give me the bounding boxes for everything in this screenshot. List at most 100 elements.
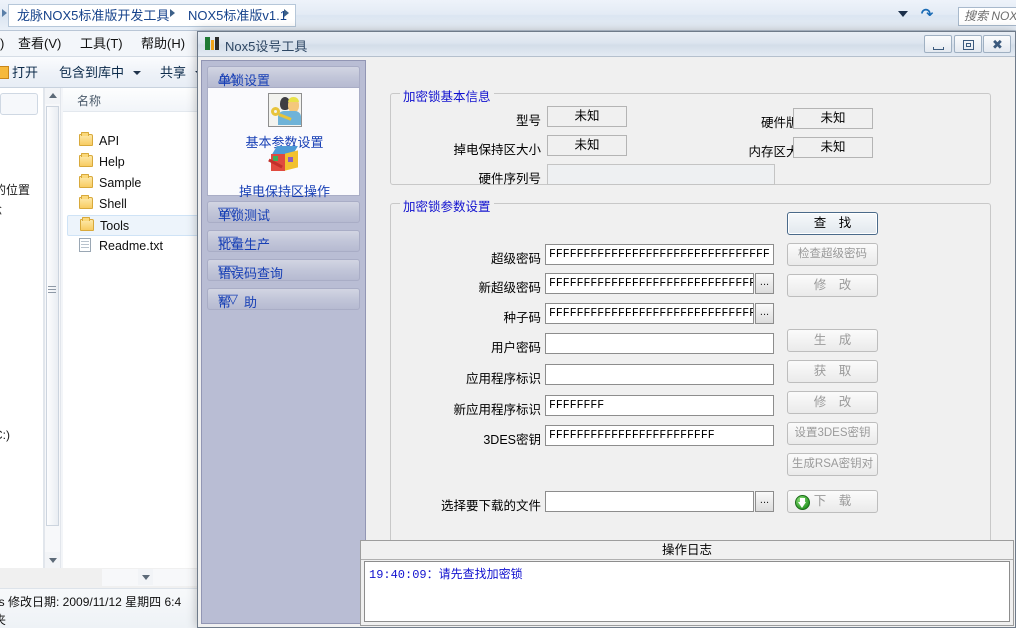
dialog-title: Nox5设号工具 — [225, 39, 308, 54]
explorer-address-bar: 龙脉NOX5标准版开发工具 NOX5标准版v1.1 ↷ 搜索 NOX — [0, 0, 1016, 31]
list-item[interactable]: Help — [67, 152, 201, 173]
value-model: 未知 — [547, 106, 627, 127]
sidebar-section-panel: 基本参数设置 掉电保持区操作 — [207, 88, 361, 199]
label-model: 型号 — [515, 114, 541, 128]
label-new-app-id: 新应用程序标识 — [453, 403, 541, 417]
input-new-super-password[interactable]: FFFFFFFFFFFFFFFFFFFFFFFFFFFFFFFF — [545, 273, 754, 294]
sidebar-section-lock-test[interactable]: 单锁测试 ▽▽ — [207, 201, 360, 223]
dialog-sidebar: 单锁设置 △△ 基本参数设置 掉电保持区操作 单锁测试 ▽▽ 批量生产 ▽▽ 错… — [201, 60, 366, 624]
download-button-label: 下 载 — [813, 494, 852, 508]
command-open-label: 打开 — [12, 65, 39, 80]
maximize-button[interactable] — [954, 35, 982, 53]
refresh-icon[interactable]: ↷ — [918, 6, 936, 24]
command-share-label: 共享 — [160, 65, 187, 80]
log-entry: 19:40:09：请先查找加密锁 — [369, 568, 523, 582]
label-user-password: 用户密码 — [490, 341, 541, 355]
menu-item-view[interactable]: 查看(V) — [14, 35, 65, 53]
list-item-label: Shell — [99, 197, 127, 211]
breadcrumb-item-1[interactable]: NOX5标准版v1.1 — [183, 5, 292, 26]
label-3des-key: 3DES密钥 — [483, 433, 541, 447]
list-item-label: API — [99, 134, 120, 148]
open-icon — [0, 66, 9, 79]
search-lock-button[interactable]: 查 找 — [787, 212, 878, 235]
nav-pane-button[interactable] — [0, 93, 38, 115]
scrollbar-thumb[interactable] — [46, 106, 59, 526]
generate-button[interactable]: 生 成 — [787, 329, 878, 352]
chevron-up-icon: △△ — [218, 69, 238, 84]
label-serial-number: 硬件序列号 — [478, 172, 541, 186]
scroll-down-button[interactable] — [45, 552, 60, 568]
minimize-button[interactable] — [924, 35, 952, 53]
caret-down-icon — [49, 558, 57, 563]
download-button[interactable]: 下 载 — [787, 490, 878, 513]
browse-new-super-password-button[interactable]: ... — [755, 273, 774, 294]
breadcrumb-separator-icon — [284, 9, 289, 17]
splitter-grip-icon[interactable] — [48, 284, 56, 296]
value-nvram-size: 未知 — [547, 135, 627, 156]
input-super-password[interactable]: FFFFFFFFFFFFFFFFFFFFFFFFFFFFFFFF — [545, 244, 774, 265]
basic-info-group-title: 加密锁基本信息 — [400, 86, 494, 105]
input-user-password[interactable] — [545, 333, 774, 354]
browse-seed-code-button[interactable]: ... — [755, 303, 774, 324]
list-item[interactable]: Shell — [67, 194, 201, 215]
value-serial-number — [547, 164, 775, 185]
label-download-file: 选择要下载的文件 — [440, 499, 541, 513]
menu-item-help[interactable]: 帮助(H) — [137, 35, 189, 53]
back-arrow-icon[interactable] — [2, 9, 7, 17]
dialog-title-bar[interactable]: Nox5设号工具 ✖ — [198, 32, 1015, 57]
nav-text-1: 念 — [0, 201, 2, 218]
sidebar-item-nvram-ops[interactable]: 掉电保持区操作 — [208, 144, 361, 200]
set-3des-key-button[interactable]: 设置3DES密钥 — [787, 422, 878, 445]
list-item-label: Tools — [100, 219, 130, 233]
get-button[interactable]: 获 取 — [787, 360, 878, 383]
status-line-2: 夹 — [0, 613, 7, 627]
value-memory-size: 未知 — [793, 137, 873, 158]
folder-icon — [79, 195, 93, 209]
folder-icon — [80, 217, 94, 231]
menu-item-0[interactable]: ) — [0, 35, 8, 53]
scroll-down-button[interactable] — [138, 569, 153, 585]
browse-download-file-button[interactable]: ... — [755, 491, 774, 512]
sidebar-section-lock-settings[interactable]: 单锁设置 △△ — [207, 66, 360, 88]
sidebar-section-error-code-query[interactable]: 错误码查询 ▽▽ — [207, 259, 360, 281]
param-settings-group: 加密锁参数设置 超级密码 FFFFFFFFFFFFFFFFFFFFFFFFFFF… — [390, 196, 991, 551]
input-seed-code[interactable]: FFFFFFFFFFFFFFFFFFFFFFFFFFFFFFFF — [545, 303, 754, 324]
list-item[interactable]: Sample — [67, 173, 201, 194]
modify-super-password-button[interactable]: 修 改 — [787, 274, 878, 297]
address-dropdown-icon[interactable] — [898, 11, 908, 17]
list-item-label: Readme.txt — [99, 239, 163, 253]
sidebar-section-help[interactable]: 帮 助 ▽▽ — [207, 288, 360, 310]
close-button[interactable]: ✖ — [983, 35, 1011, 53]
search-input[interactable]: 搜索 NOX — [958, 7, 1016, 26]
list-item[interactable]: Readme.txt — [67, 236, 201, 257]
list-item[interactable]: API — [67, 131, 201, 152]
list-item-selected[interactable]: Tools — [67, 215, 201, 236]
chevron-down-icon — [132, 71, 141, 75]
explorer-vertical-scrollbar[interactable] — [44, 88, 61, 568]
check-super-password-button[interactable]: 检查超级密码 — [787, 243, 878, 266]
maximize-icon — [963, 40, 974, 50]
explorer-horizontal-scrollbar[interactable] — [102, 569, 202, 586]
input-app-id[interactable] — [545, 364, 774, 385]
navigation-pane: 的位置 念 (C:) — [0, 88, 44, 568]
input-download-file[interactable] — [545, 491, 754, 512]
nav-text-2: (C:) — [0, 428, 10, 442]
minimize-icon — [933, 47, 944, 50]
operation-log-area[interactable]: 19:40:09：请先查找加密锁 — [364, 561, 1010, 622]
modify-app-id-button[interactable]: 修 改 — [787, 391, 878, 414]
chevron-down-icon: ▽▽ — [218, 233, 238, 248]
input-new-app-id[interactable]: FFFFFFFF — [545, 395, 774, 416]
command-include-in-library[interactable]: 包含到库中 — [59, 64, 141, 82]
command-open[interactable]: 打开 — [0, 64, 39, 82]
generate-rsa-keypair-button[interactable]: 生成RSA密钥对 — [787, 453, 878, 476]
column-header-name[interactable]: 名称 — [63, 88, 203, 112]
label-super-password: 超级密码 — [490, 252, 541, 266]
menu-item-tools[interactable]: 工具(T) — [76, 35, 127, 53]
sidebar-item-basic-params[interactable]: 基本参数设置 — [208, 93, 361, 151]
input-3des-key[interactable]: FFFFFFFFFFFFFFFFFFFFFFFF — [545, 425, 774, 446]
nox5-tool-dialog: Nox5设号工具 ✖ 单锁设置 △△ 基本参数设置 掉电保持区操作 单锁测试 ▽… — [197, 31, 1016, 628]
caret-down-icon — [142, 575, 150, 580]
sidebar-section-batch-production[interactable]: 批量生产 ▽▽ — [207, 230, 360, 252]
breadcrumb-item-0[interactable]: 龙脉NOX5标准版开发工具 — [12, 5, 174, 26]
scroll-up-button[interactable] — [45, 88, 60, 104]
